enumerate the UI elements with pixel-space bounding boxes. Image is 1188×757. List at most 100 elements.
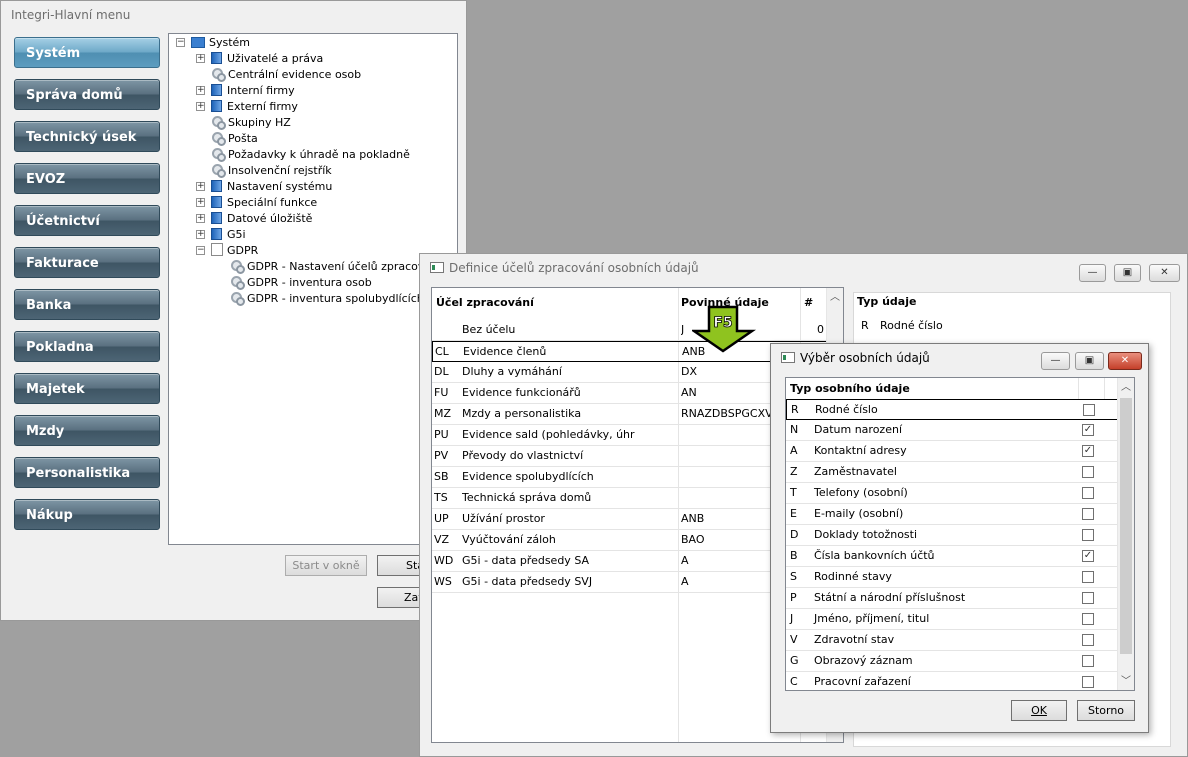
table-row[interactable]: FU Evidence funkcionářů AN [432, 383, 828, 404]
minimize-button[interactable]: — [1079, 264, 1106, 282]
table-row[interactable]: MZ Mzdy a personalistika RNAZDBSPGCXV [432, 404, 828, 425]
list-item[interactable]: S Rodinné stavy [786, 567, 1118, 588]
header-ucel[interactable]: Účel zpracování [436, 288, 676, 320]
storno-button[interactable]: Storno [1077, 700, 1135, 721]
list-item[interactable]: P Státní a národní příslušnost [786, 588, 1118, 609]
table-row[interactable]: WS G5i - data předsedy SVJ A [432, 572, 828, 593]
include-checkbox[interactable] [1082, 508, 1094, 520]
tree-item-system[interactable]: Systém [191, 35, 250, 51]
list-item[interactable]: V Zdravotní stav [786, 630, 1118, 651]
scroll-up-icon[interactable]: ︿ [827, 290, 843, 306]
table-row[interactable]: TS Technická správa domů [432, 488, 828, 509]
tree-expander-icon[interactable]: + [196, 54, 205, 63]
include-checkbox[interactable] [1082, 466, 1094, 478]
table-row[interactable]: Bez účelu J 0 [432, 320, 828, 341]
nav-mzdy[interactable]: Mzdy [14, 415, 160, 446]
include-checkbox[interactable]: ✓ [1082, 445, 1094, 457]
list-item[interactable]: E E-maily (osobní) [786, 504, 1118, 525]
maximize-button[interactable]: ▣ [1075, 352, 1104, 370]
table-row[interactable]: CL Evidence členů ANB [432, 341, 828, 362]
table-row[interactable]: PV Převody do vlastnictví [432, 446, 828, 467]
table-row[interactable]: SB Evidence spolubydlících [432, 467, 828, 488]
nav-ucetnictvi[interactable]: Účetnictví [14, 205, 160, 236]
system-tree[interactable]: − Systém + Uživatelé a práva Centrální evide… [168, 33, 458, 545]
tree-item-centralni-evidence-osob[interactable]: Centrální evidence osob [211, 67, 361, 83]
tree-item-g5i[interactable]: G5i [211, 227, 246, 243]
nav-system[interactable]: Systém [14, 37, 160, 68]
scroll-down-icon[interactable]: ﹀ [1118, 674, 1134, 690]
list-item[interactable]: D Doklady totožnosti [786, 525, 1118, 546]
tree-item-skupiny-hz[interactable]: Skupiny HZ [211, 115, 291, 131]
tree-expander-icon[interactable]: + [196, 230, 205, 239]
personal-data-code: V [790, 633, 798, 646]
tree-expander-icon[interactable]: + [196, 86, 205, 95]
list-item[interactable]: G Obrazový záznam [786, 651, 1118, 672]
tree-item-gdpr-nastaveni-ucelu-zpracovani[interactable]: GDPR - Nastavení účelů zpracování [230, 259, 441, 275]
tree-expander-icon[interactable]: + [196, 198, 205, 207]
table-row[interactable]: VZ Vyúčtování záloh BAO [432, 530, 828, 551]
tree-expander-icon[interactable]: + [196, 214, 205, 223]
table-row[interactable]: UP Užívání prostor ANB [432, 509, 828, 530]
tree-item-gdpr-inventura-osob[interactable]: GDPR - inventura osob [230, 275, 372, 291]
list-scrollbar[interactable]: ︿ ﹀ [1117, 378, 1134, 690]
close-window-button[interactable]: ✕ [1149, 264, 1180, 282]
tree-item-pozadavky-k-uhrade-na-pokladne[interactable]: Požadavky k úhradě na pokladně [211, 147, 410, 163]
nav-technicky-usek[interactable]: Technický úsek [14, 121, 160, 152]
tree-item-externi-firmy[interactable]: Externí firmy [211, 99, 298, 115]
close-window-button[interactable]: ✕ [1108, 352, 1142, 370]
definition-window-titlebar: Definice účelů zpracování osobních údajů [420, 254, 1187, 280]
maximize-button[interactable]: ▣ [1114, 264, 1141, 282]
nav-pokladna[interactable]: Pokladna [14, 331, 160, 362]
nav-fakturace[interactable]: Fakturace [14, 247, 160, 278]
tree-item-specialni-funkce[interactable]: Speciální funkce [211, 195, 317, 211]
tree-item-interni-firmy[interactable]: Interní firmy [211, 83, 295, 99]
include-checkbox[interactable]: ✓ [1082, 424, 1094, 436]
tree-expander-icon[interactable]: − [176, 38, 185, 47]
tree-item-gdpr[interactable]: GDPR [211, 243, 258, 259]
nav-banka[interactable]: Banka [14, 289, 160, 320]
scroll-thumb[interactable] [1120, 398, 1132, 654]
table-row[interactable]: PU Evidence sald (pohledávky, úhr [432, 425, 828, 446]
personal-data-list[interactable]: Typ osobního údaje R Rodné číslo N Datum na… [785, 377, 1135, 691]
include-checkbox[interactable] [1082, 634, 1094, 646]
tree-item-gdpr-inventura-spolubydlicich[interactable]: GDPR - inventura spolubydlících [230, 291, 424, 307]
table-row[interactable]: DL Dluhy a vymáhání DX [432, 362, 828, 383]
tree-item-uzivatele-a-prava[interactable]: Uživatelé a práva [211, 51, 323, 67]
list-item[interactable]: B Čísla bankovních účtů ✓ [786, 546, 1118, 567]
tree-item-datove-uloziste[interactable]: Datové úložiště [211, 211, 312, 227]
include-checkbox[interactable] [1083, 404, 1095, 416]
start-in-window-button[interactable]: Start v okně [285, 555, 367, 576]
list-item[interactable]: R Rodné číslo [786, 399, 1118, 420]
list-item[interactable]: T Telefony (osobní) [786, 483, 1118, 504]
include-checkbox[interactable] [1082, 487, 1094, 499]
tree-expander-icon[interactable]: + [196, 182, 205, 191]
personal-data-code: C [790, 675, 798, 688]
minimize-button[interactable]: — [1041, 352, 1070, 370]
list-item[interactable]: N Datum narození ✓ [786, 420, 1118, 441]
include-checkbox[interactable] [1082, 529, 1094, 541]
include-checkbox[interactable] [1082, 592, 1094, 604]
include-checkbox[interactable] [1082, 655, 1094, 667]
tree-expander-icon[interactable]: − [196, 246, 205, 255]
tree-item-insolvencni-rejstrik[interactable]: Insolvenční rejstřík [211, 163, 332, 179]
tree-item-posta[interactable]: Pošta [211, 131, 258, 147]
scroll-up-icon[interactable]: ︿ [1118, 380, 1134, 396]
include-checkbox[interactable]: ✓ [1082, 550, 1094, 562]
nav-personalistika[interactable]: Personalistika [14, 457, 160, 488]
table-row[interactable]: WD G5i - data předsedy SA A [432, 551, 828, 572]
tree-expander-icon[interactable]: + [196, 102, 205, 111]
list-item[interactable]: Z Zaměstnavatel [786, 462, 1118, 483]
include-checkbox[interactable] [1082, 676, 1094, 688]
include-checkbox[interactable] [1082, 571, 1094, 583]
nav-nakup[interactable]: Nákup [14, 499, 160, 530]
nav-majetek[interactable]: Majetek [14, 373, 160, 404]
nav-sprava-domu[interactable]: Správa domů [14, 79, 160, 110]
nav-evoz[interactable]: EVOZ [14, 163, 160, 194]
list-item[interactable]: J Jméno, příjmení, titul [786, 609, 1118, 630]
ok-button[interactable]: OK [1011, 700, 1067, 721]
list-item[interactable]: C Pracovní zařazení [786, 672, 1118, 690]
tree-item-nastaveni-systemu[interactable]: Nastavení systému [211, 179, 332, 195]
include-checkbox[interactable] [1082, 613, 1094, 625]
header-count[interactable]: # [804, 288, 824, 320]
list-item[interactable]: A Kontaktní adresy ✓ [786, 441, 1118, 462]
